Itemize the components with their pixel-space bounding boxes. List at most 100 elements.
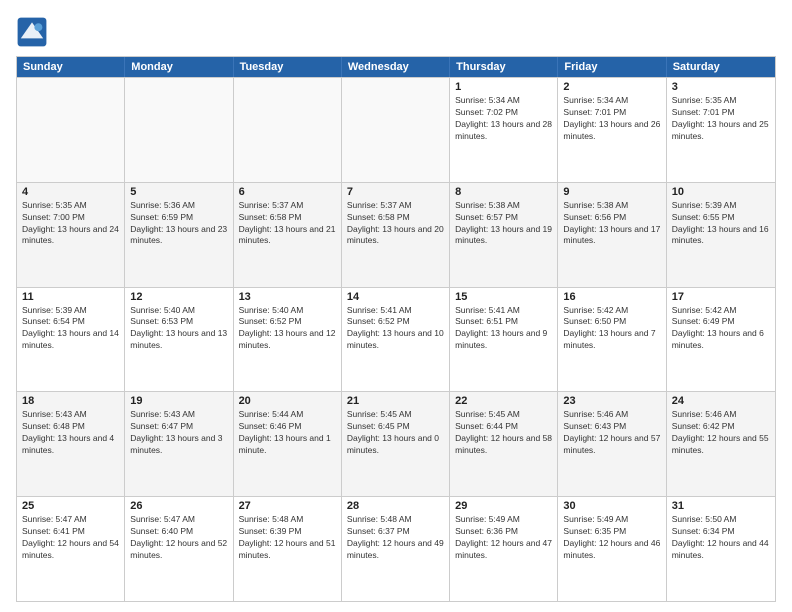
day-number: 25 — [22, 500, 119, 512]
day-info: Sunrise: 5:37 AMSunset: 6:58 PMDaylight:… — [347, 200, 444, 248]
header-sunday: Sunday — [17, 57, 125, 77]
day-number: 16 — [563, 291, 660, 303]
table-row: 31 Sunrise: 5:50 AMSunset: 6:34 PMDayligh… — [667, 497, 775, 601]
day-info: Sunrise: 5:46 AMSunset: 6:43 PMDaylight:… — [563, 409, 660, 457]
table-row — [234, 78, 342, 182]
header-wednesday: Wednesday — [342, 57, 450, 77]
day-info: Sunrise: 5:34 AMSunset: 7:02 PMDaylight:… — [455, 95, 552, 143]
day-number: 2 — [563, 81, 660, 93]
day-number: 31 — [672, 500, 770, 512]
day-info: Sunrise: 5:48 AMSunset: 6:39 PMDaylight:… — [239, 514, 336, 562]
day-info: Sunrise: 5:49 AMSunset: 6:36 PMDaylight:… — [455, 514, 552, 562]
calendar-header: Sunday Monday Tuesday Wednesday Thursday… — [17, 57, 775, 77]
day-info: Sunrise: 5:38 AMSunset: 6:57 PMDaylight:… — [455, 200, 552, 248]
day-info: Sunrise: 5:40 AMSunset: 6:52 PMDaylight:… — [239, 305, 336, 353]
day-number: 9 — [563, 186, 660, 198]
table-row: 1 Sunrise: 5:34 AMSunset: 7:02 PMDaylight… — [450, 78, 558, 182]
table-row: 27 Sunrise: 5:48 AMSunset: 6:39 PMDayligh… — [234, 497, 342, 601]
day-info: Sunrise: 5:48 AMSunset: 6:37 PMDaylight:… — [347, 514, 444, 562]
table-row: 22 Sunrise: 5:45 AMSunset: 6:44 PMDayligh… — [450, 392, 558, 496]
day-info: Sunrise: 5:50 AMSunset: 6:34 PMDaylight:… — [672, 514, 770, 562]
day-number: 13 — [239, 291, 336, 303]
calendar-body: 1 Sunrise: 5:34 AMSunset: 7:02 PMDaylight… — [17, 77, 775, 601]
table-row: 14Sunrise: 5:41 AMSunset: 6:52 PMDayligh… — [342, 288, 450, 392]
day-info: Sunrise: 5:45 AMSunset: 6:44 PMDaylight:… — [455, 409, 552, 457]
day-info: Sunrise: 5:45 AMSunset: 6:45 PMDaylight:… — [347, 409, 444, 457]
logo — [16, 16, 52, 48]
table-row: 24 Sunrise: 5:46 AMSunset: 6:42 PMDayligh… — [667, 392, 775, 496]
table-row — [125, 78, 233, 182]
table-row: 23 Sunrise: 5:46 AMSunset: 6:43 PMDayligh… — [558, 392, 666, 496]
day-number: 18 — [22, 395, 119, 407]
day-number: 26 — [130, 500, 227, 512]
day-number: 1 — [455, 81, 552, 93]
table-row: 16 Sunrise: 5:42 AMSunset: 6:50 PMDayligh… — [558, 288, 666, 392]
table-row: 17Sunrise: 5:42 AMSunset: 6:49 PMDayligh… — [667, 288, 775, 392]
calendar: Sunday Monday Tuesday Wednesday Thursday… — [16, 56, 776, 602]
page-header — [16, 16, 776, 48]
day-info: Sunrise: 5:44 AMSunset: 6:46 PMDaylight:… — [239, 409, 336, 457]
day-info: Sunrise: 5:46 AMSunset: 6:42 PMDaylight:… — [672, 409, 770, 457]
day-number: 8 — [455, 186, 552, 198]
table-row: 29 Sunrise: 5:49 AMSunset: 6:36 PMDayligh… — [450, 497, 558, 601]
calendar-row: 18 Sunrise: 5:43 AMSunset: 6:48 PMDayligh… — [17, 391, 775, 496]
day-info: Sunrise: 5:42 AMSunset: 6:50 PMDaylight:… — [563, 305, 660, 353]
day-number: 30 — [563, 500, 660, 512]
day-number: 15 — [455, 291, 552, 303]
header-tuesday: Tuesday — [234, 57, 342, 77]
day-info: Sunrise: 5:34 AMSunset: 7:01 PMDaylight:… — [563, 95, 660, 143]
day-info: Sunrise: 5:49 AMSunset: 6:35 PMDaylight:… — [563, 514, 660, 562]
table-row: 6 Sunrise: 5:37 AMSunset: 6:58 PMDaylight… — [234, 183, 342, 287]
day-info: Sunrise: 5:43 AMSunset: 6:48 PMDaylight:… — [22, 409, 119, 457]
table-row: 13 Sunrise: 5:40 AMSunset: 6:52 PMDayligh… — [234, 288, 342, 392]
day-number: 5 — [130, 186, 227, 198]
calendar-row: 25Sunrise: 5:47 AMSunset: 6:41 PMDayligh… — [17, 496, 775, 601]
day-number: 22 — [455, 395, 552, 407]
table-row: 4 Sunrise: 5:35 AMSunset: 7:00 PMDaylight… — [17, 183, 125, 287]
day-number: 29 — [455, 500, 552, 512]
header-thursday: Thursday — [450, 57, 558, 77]
table-row: 21 Sunrise: 5:45 AMSunset: 6:45 PMDayligh… — [342, 392, 450, 496]
day-number: 10 — [672, 186, 770, 198]
table-row: 11Sunrise: 5:39 AMSunset: 6:54 PMDayligh… — [17, 288, 125, 392]
day-info: Sunrise: 5:35 AMSunset: 7:01 PMDaylight:… — [672, 95, 770, 143]
table-row: 28Sunrise: 5:48 AMSunset: 6:37 PMDayligh… — [342, 497, 450, 601]
day-number: 4 — [22, 186, 119, 198]
header-saturday: Saturday — [667, 57, 775, 77]
day-number: 27 — [239, 500, 336, 512]
table-row — [17, 78, 125, 182]
day-number: 14 — [347, 291, 444, 303]
day-number: 6 — [239, 186, 336, 198]
day-number: 19 — [130, 395, 227, 407]
logo-icon — [16, 16, 48, 48]
day-number: 21 — [347, 395, 444, 407]
table-row: 25Sunrise: 5:47 AMSunset: 6:41 PMDayligh… — [17, 497, 125, 601]
day-info: Sunrise: 5:37 AMSunset: 6:58 PMDaylight:… — [239, 200, 336, 248]
day-info: Sunrise: 5:38 AMSunset: 6:56 PMDaylight:… — [563, 200, 660, 248]
day-info: Sunrise: 5:47 AMSunset: 6:40 PMDaylight:… — [130, 514, 227, 562]
day-number: 24 — [672, 395, 770, 407]
table-row: 3 Sunrise: 5:35 AMSunset: 7:01 PMDaylight… — [667, 78, 775, 182]
day-number: 7 — [347, 186, 444, 198]
day-info: Sunrise: 5:40 AMSunset: 6:53 PMDaylight:… — [130, 305, 227, 353]
table-row: 10 Sunrise: 5:39 AMSunset: 6:55 PMDayligh… — [667, 183, 775, 287]
day-number: 3 — [672, 81, 770, 93]
day-info: Sunrise: 5:41 AMSunset: 6:51 PMDaylight:… — [455, 305, 552, 353]
day-info: Sunrise: 5:36 AMSunset: 6:59 PMDaylight:… — [130, 200, 227, 248]
calendar-row: 4 Sunrise: 5:35 AMSunset: 7:00 PMDaylight… — [17, 182, 775, 287]
table-row: 7 Sunrise: 5:37 AMSunset: 6:58 PMDaylight… — [342, 183, 450, 287]
table-row: 8 Sunrise: 5:38 AMSunset: 6:57 PMDaylight… — [450, 183, 558, 287]
table-row: 30 Sunrise: 5:49 AMSunset: 6:35 PMDayligh… — [558, 497, 666, 601]
day-info: Sunrise: 5:39 AMSunset: 6:55 PMDaylight:… — [672, 200, 770, 248]
table-row: 12Sunrise: 5:40 AMSunset: 6:53 PMDayligh… — [125, 288, 233, 392]
day-info: Sunrise: 5:35 AMSunset: 7:00 PMDaylight:… — [22, 200, 119, 248]
table-row: 2 Sunrise: 5:34 AMSunset: 7:01 PMDaylight… — [558, 78, 666, 182]
table-row: 20Sunrise: 5:44 AMSunset: 6:46 PMDayligh… — [234, 392, 342, 496]
calendar-row: 1 Sunrise: 5:34 AMSunset: 7:02 PMDaylight… — [17, 77, 775, 182]
table-row: 19 Sunrise: 5:43 AMSunset: 6:47 PMDayligh… — [125, 392, 233, 496]
table-row: 15 Sunrise: 5:41 AMSunset: 6:51 PMDayligh… — [450, 288, 558, 392]
table-row: 26 Sunrise: 5:47 AMSunset: 6:40 PMDayligh… — [125, 497, 233, 601]
day-info: Sunrise: 5:43 AMSunset: 6:47 PMDaylight:… — [130, 409, 227, 457]
day-number: 23 — [563, 395, 660, 407]
table-row: 18 Sunrise: 5:43 AMSunset: 6:48 PMDayligh… — [17, 392, 125, 496]
